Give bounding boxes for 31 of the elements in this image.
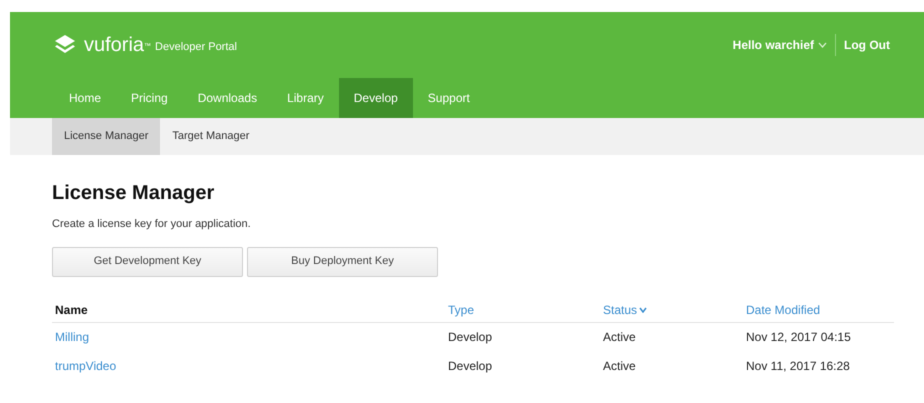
portal-title: Developer Portal: [155, 40, 237, 55]
sort-down-icon: [639, 307, 648, 313]
nav-tab[interactable]: Develop: [338, 78, 413, 118]
chevron-down-icon: [818, 42, 828, 48]
user-menu[interactable]: Hello warchief: [732, 36, 828, 54]
subnav-tab[interactable]: License Manager: [52, 118, 160, 155]
table-cell: Develop: [448, 330, 492, 344]
nav-tab[interactable]: Library: [272, 78, 339, 118]
logout-link[interactable]: Log Out: [844, 36, 890, 54]
column-header[interactable]: Type: [448, 301, 474, 319]
logo-icon: [54, 34, 76, 56]
column-header[interactable]: Date Modified: [746, 301, 820, 319]
license-name-link[interactable]: Milling: [55, 330, 90, 344]
nav-tab[interactable]: Pricing: [116, 78, 183, 118]
table-cell: Nov 11, 2017 16:28: [746, 359, 850, 373]
nav-tab[interactable]: Support: [412, 78, 485, 118]
page-subtitle: Create a license key for your application.: [52, 217, 252, 232]
nav-tab[interactable]: Home: [54, 78, 116, 118]
key-button[interactable]: Buy Deployment Key: [247, 246, 438, 276]
column-header: Name: [55, 302, 88, 319]
key-button[interactable]: Get Development Key: [52, 246, 243, 276]
column-header[interactable]: Status: [603, 301, 648, 319]
table-cell: Active: [603, 330, 636, 344]
table-cell: Nov 12, 2017 04:15: [746, 330, 851, 344]
license-name-link[interactable]: trumpVideo: [55, 359, 116, 373]
table-cell: Develop: [448, 359, 492, 373]
logo-text: vuforia$^{™}$: [84, 35, 152, 55]
nav-tab[interactable]: Downloads: [182, 78, 272, 118]
table-cell: Active: [603, 359, 636, 373]
page-title: License Manager: [52, 183, 216, 203]
subnav-tab[interactable]: Target Manager: [160, 118, 262, 155]
